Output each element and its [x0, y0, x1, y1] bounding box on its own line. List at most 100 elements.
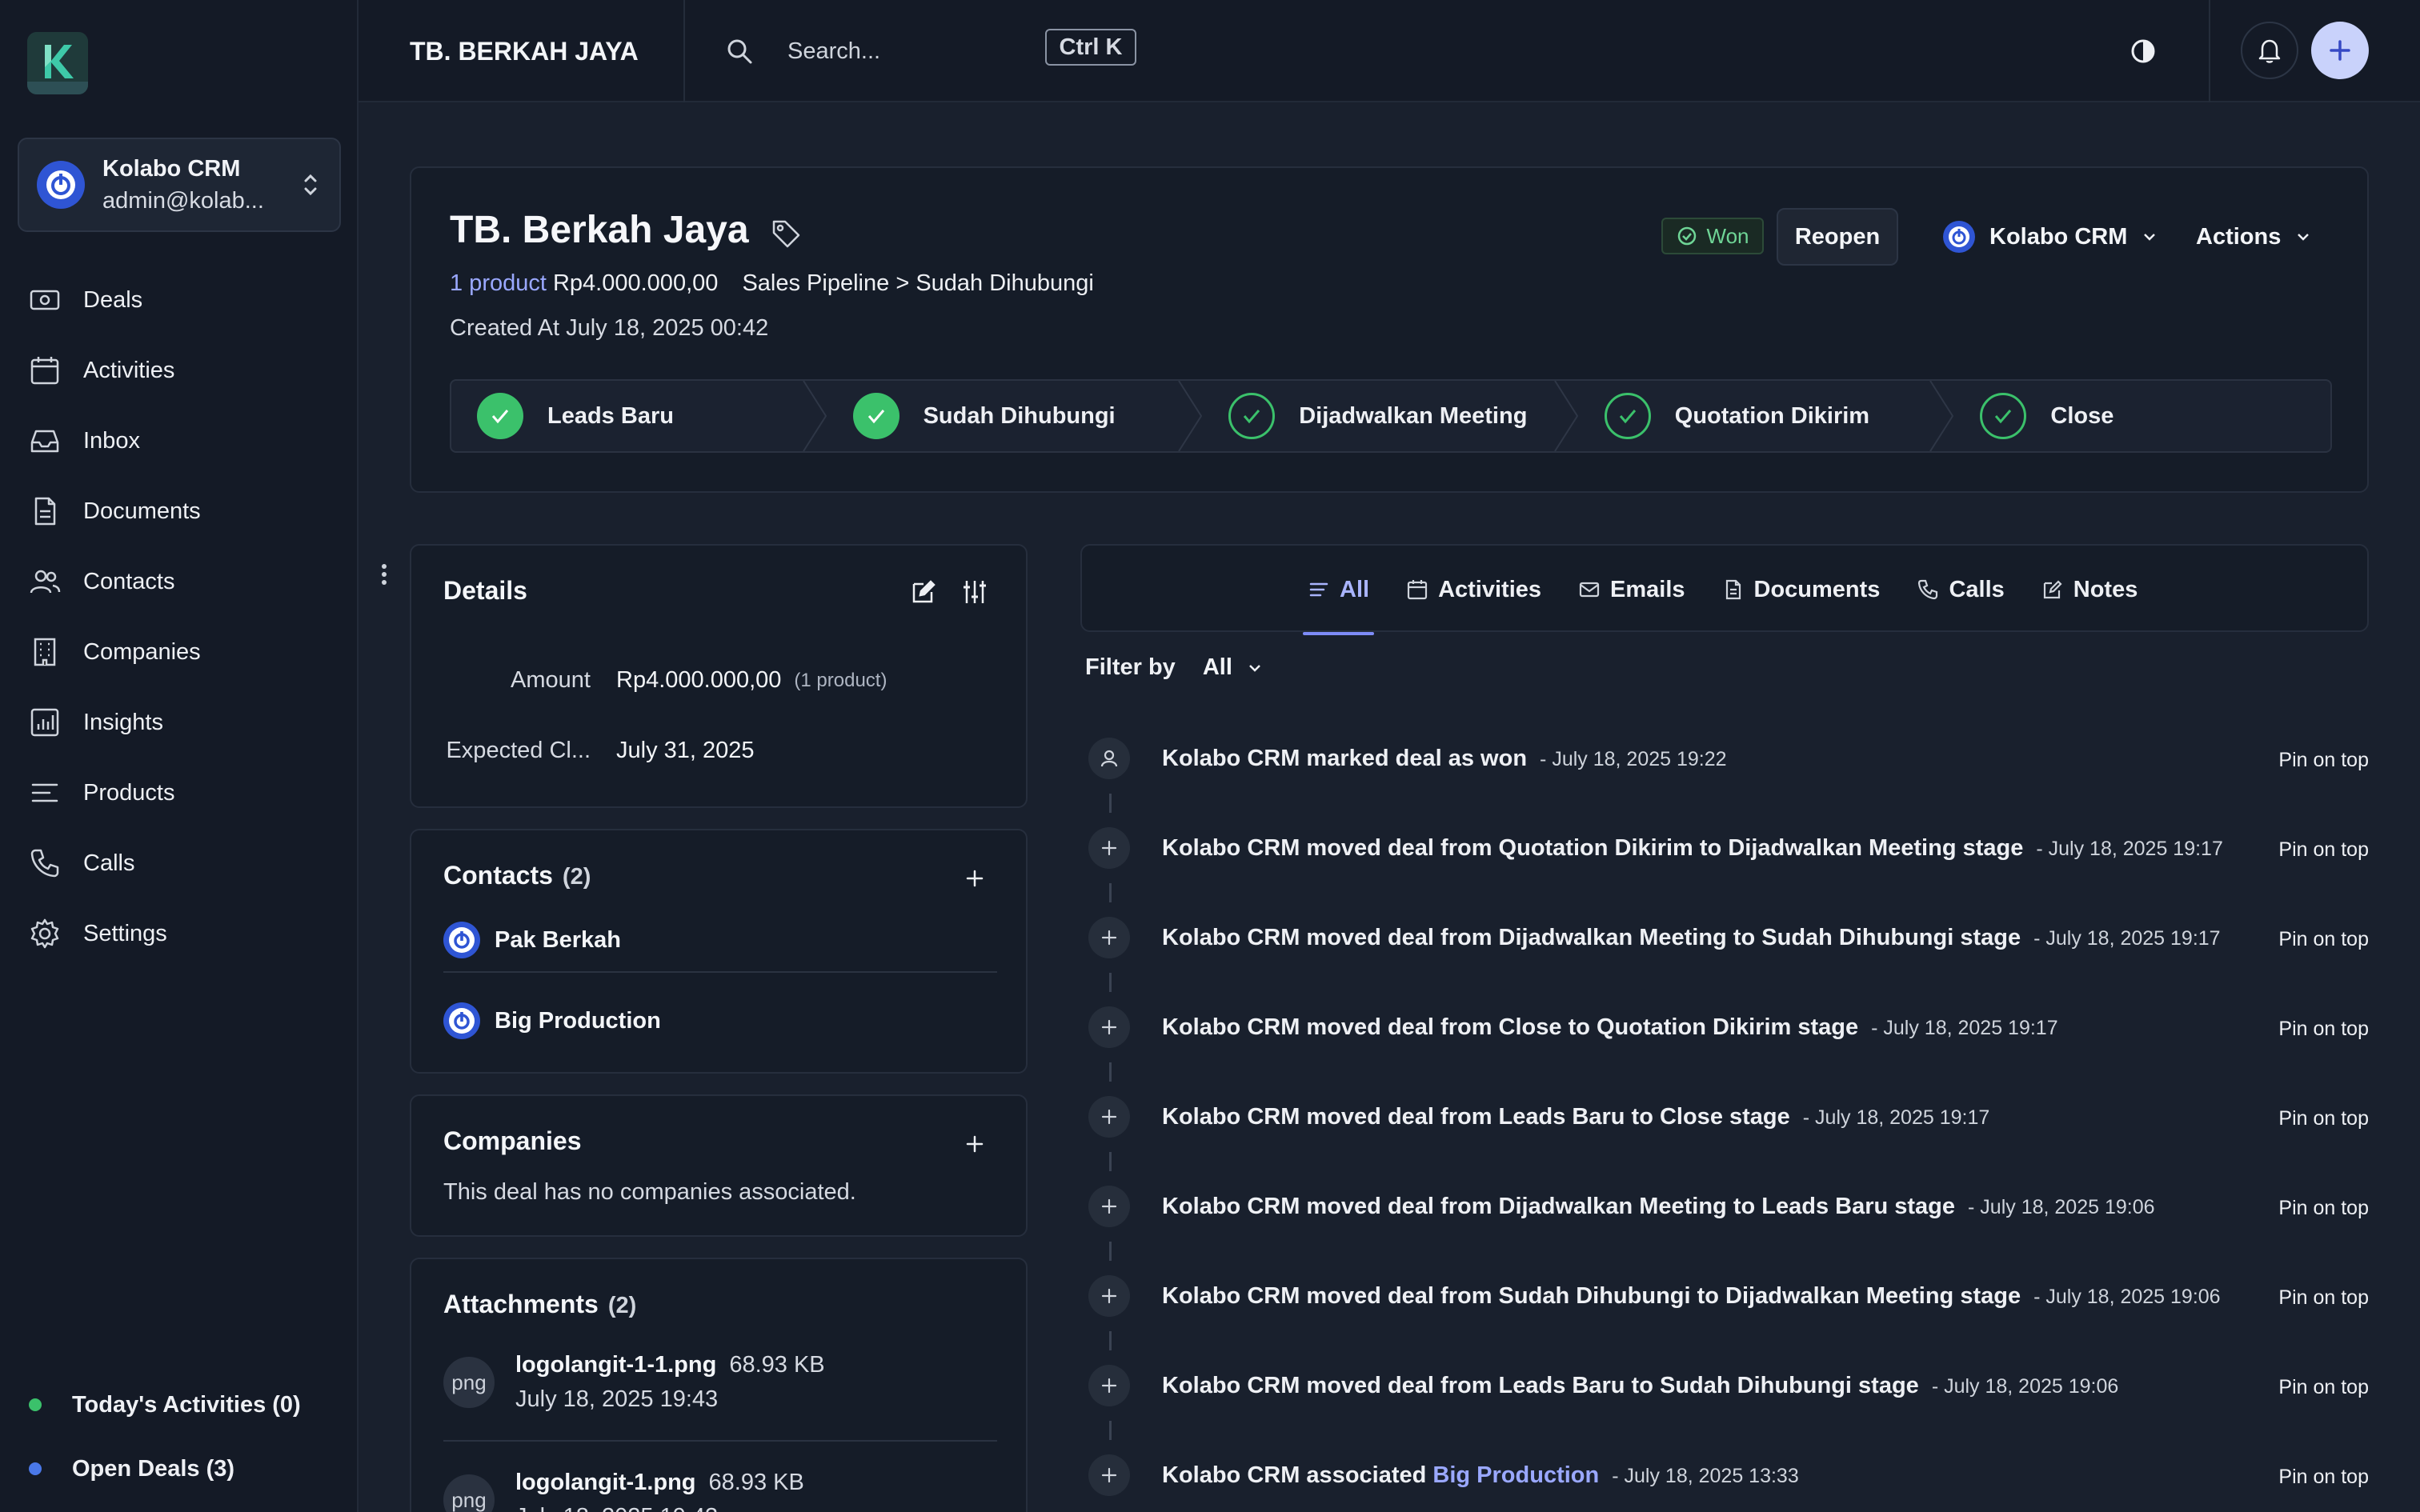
sidebar-item-contacts[interactable]: Contacts — [0, 546, 359, 617]
deal-meta: 1 product Rp4.000.000,00 Sales Pipeline … — [450, 270, 1094, 297]
details-title: Details — [443, 576, 527, 605]
todays-activities-link[interactable]: Today's Activities (0) — [29, 1373, 301, 1437]
chevron-down-icon — [1248, 664, 1260, 672]
gear-icon — [30, 918, 59, 949]
sidebar-item-inbox[interactable]: Inbox — [0, 406, 359, 476]
timeline-time: - July 18, 2025 19:17 — [2036, 838, 2223, 860]
tab-notes[interactable]: Notes — [2041, 546, 2138, 634]
stage-dijadwalkan-meeting[interactable]: Dijadwalkan Meeting — [1203, 381, 1579, 451]
filter-dropdown[interactable]: All — [1203, 654, 1264, 681]
workspace-email: admin@kolab... — [102, 188, 264, 214]
pin-on-top-link[interactable]: Pin on top — [2278, 749, 2369, 772]
current-stage[interactable]: Sudah Dihubungi — [916, 270, 1094, 296]
tab-all[interactable]: All — [1302, 546, 1375, 635]
workspace-switcher[interactable]: Kolabo CRM admin@kolab... — [18, 138, 341, 232]
tab-label: Notes — [2073, 576, 2138, 602]
tab-activities[interactable]: Activities — [1406, 546, 1541, 634]
open-deals-link[interactable]: Open Deals (3) — [29, 1437, 301, 1501]
field-value[interactable]: Rp4.000.000,00 — [616, 667, 781, 694]
timeline-link[interactable]: Big Production — [1432, 1462, 1599, 1488]
pin-on-top-link[interactable]: Pin on top — [2278, 1376, 2369, 1399]
stage-label: Close — [2050, 402, 2114, 429]
field-value[interactable]: July 31, 2025 — [616, 738, 755, 764]
sidebar-item-label: Activities — [83, 357, 175, 383]
pin-on-top-link[interactable]: Pin on top — [2278, 1197, 2369, 1220]
contact-name: Pak Berkah — [495, 926, 621, 953]
contact-item[interactable]: Pak Berkah — [443, 909, 997, 973]
timeline-time: - July 18, 2025 13:33 — [1612, 1465, 1799, 1487]
file-type-icon: png — [443, 1357, 495, 1408]
sidebar-item-settings[interactable]: Settings — [0, 898, 359, 969]
app-logo[interactable] — [27, 32, 88, 94]
owner-dropdown[interactable]: Kolabo CRM — [1943, 214, 2159, 259]
bell-icon — [2258, 39, 2281, 63]
stage-leads-baru[interactable]: Leads Baru — [451, 381, 827, 451]
stage-sudah-dihubungi[interactable]: Sudah Dihubungi — [827, 381, 1204, 451]
pin-on-top-link[interactable]: Pin on top — [2278, 1107, 2369, 1130]
contact-avatar — [443, 1002, 480, 1039]
sidebar-resize-handle[interactable] — [376, 560, 392, 589]
timeline-connector — [1109, 1152, 1112, 1171]
timeline-text: Kolabo CRM moved deal from Leads Baru to… — [1162, 1373, 1919, 1398]
pin-on-top-link[interactable]: Pin on top — [2278, 928, 2369, 951]
quick-add-button[interactable] — [2311, 22, 2369, 79]
tab-calls[interactable]: Calls — [1917, 546, 2005, 634]
check-icon — [852, 393, 899, 439]
product-link[interactable]: 1 product — [450, 270, 547, 296]
timeline-item: Kolabo CRM moved deal from Dijadwalkan M… — [1085, 1186, 2369, 1275]
owner-name: Kolabo CRM — [1989, 223, 2128, 250]
sidebar-item-calls[interactable]: Calls — [0, 828, 359, 898]
pin-on-top-link[interactable]: Pin on top — [2278, 1466, 2369, 1489]
search-shortcut-hint: Ctrl K — [1045, 29, 1136, 66]
deal-header-card: TB. Berkah Jaya 1 product Rp4.000.000,00… — [410, 166, 2369, 493]
contact-name: Big Production — [495, 1007, 661, 1034]
stage-close[interactable]: Close — [1954, 381, 2330, 451]
sidebar-item-insights[interactable]: Insights — [0, 687, 359, 758]
attachment-item[interactable]: png logolangit-1-1.png 68.93 KB July 18, … — [443, 1325, 997, 1442]
timeline-text: Kolabo CRM moved deal from Close to Quot… — [1162, 1014, 1859, 1040]
pipeline-name[interactable]: Sales Pipeline — [742, 270, 889, 296]
add-contact-icon[interactable] — [960, 864, 989, 893]
sliders-icon[interactable] — [960, 578, 989, 606]
sidebar-item-deals[interactable]: Deals — [0, 265, 359, 335]
actions-dropdown[interactable]: Actions — [2196, 214, 2313, 259]
tab-emails[interactable]: Emails — [1578, 546, 1685, 634]
status-dot — [29, 1462, 42, 1475]
pin-on-top-link[interactable]: Pin on top — [2278, 838, 2369, 862]
tab-documents[interactable]: Documents — [1722, 546, 1880, 634]
plus-icon — [1088, 1186, 1130, 1227]
theme-toggle-icon[interactable] — [2127, 35, 2159, 67]
tab-label: Calls — [1949, 576, 2005, 602]
chart-icon — [30, 708, 59, 737]
sidebar-item-label: Calls — [83, 850, 135, 876]
sidebar-item-activities[interactable]: Activities — [0, 335, 359, 406]
stage-label: Dijadwalkan Meeting — [1299, 402, 1528, 429]
sidebar-item-documents[interactable]: Documents — [0, 476, 359, 546]
top-bar: TB. BERKAH JAYA Ctrl K — [359, 0, 2420, 102]
search-icon[interactable] — [725, 37, 754, 66]
search-input[interactable] — [787, 30, 1028, 72]
sidebar-item-companies[interactable]: Companies — [0, 617, 359, 687]
contact-item[interactable]: Big Production — [443, 989, 997, 1053]
pin-on-top-link[interactable]: Pin on top — [2278, 1286, 2369, 1310]
pin-on-top-link[interactable]: Pin on top — [2278, 1018, 2369, 1041]
check-circle-icon — [1677, 226, 1696, 246]
reopen-button[interactable]: Reopen — [1777, 208, 1898, 266]
file-type-icon: png — [443, 1474, 495, 1512]
document-icon — [1725, 579, 1741, 600]
sidebar-item-label: Deals — [83, 286, 143, 313]
timeline-time: - July 18, 2025 19:17 — [1802, 1106, 1990, 1129]
notifications-button[interactable] — [2241, 22, 2298, 79]
sidebar-nav: Deals Activities Inbox Documents Contact… — [0, 265, 359, 969]
edit-icon[interactable] — [909, 578, 938, 606]
stage-quotation-dikirim[interactable]: Quotation Dikirim — [1579, 381, 1955, 451]
timeline-text: Kolabo CRM moved deal from Sudah Dihubun… — [1162, 1283, 2021, 1309]
tag-icon[interactable] — [770, 218, 802, 250]
tab-label: Emails — [1610, 576, 1685, 602]
check-icon — [477, 393, 523, 439]
add-company-icon[interactable] — [960, 1130, 989, 1158]
timeline-item: Kolabo CRM moved deal from Leads Baru to… — [1085, 1365, 2369, 1454]
attachment-item[interactable]: png logolangit-1.png 68.93 KB July 18, 20… — [443, 1442, 997, 1512]
user-icon — [1088, 738, 1130, 779]
sidebar-item-products[interactable]: Products — [0, 758, 359, 828]
